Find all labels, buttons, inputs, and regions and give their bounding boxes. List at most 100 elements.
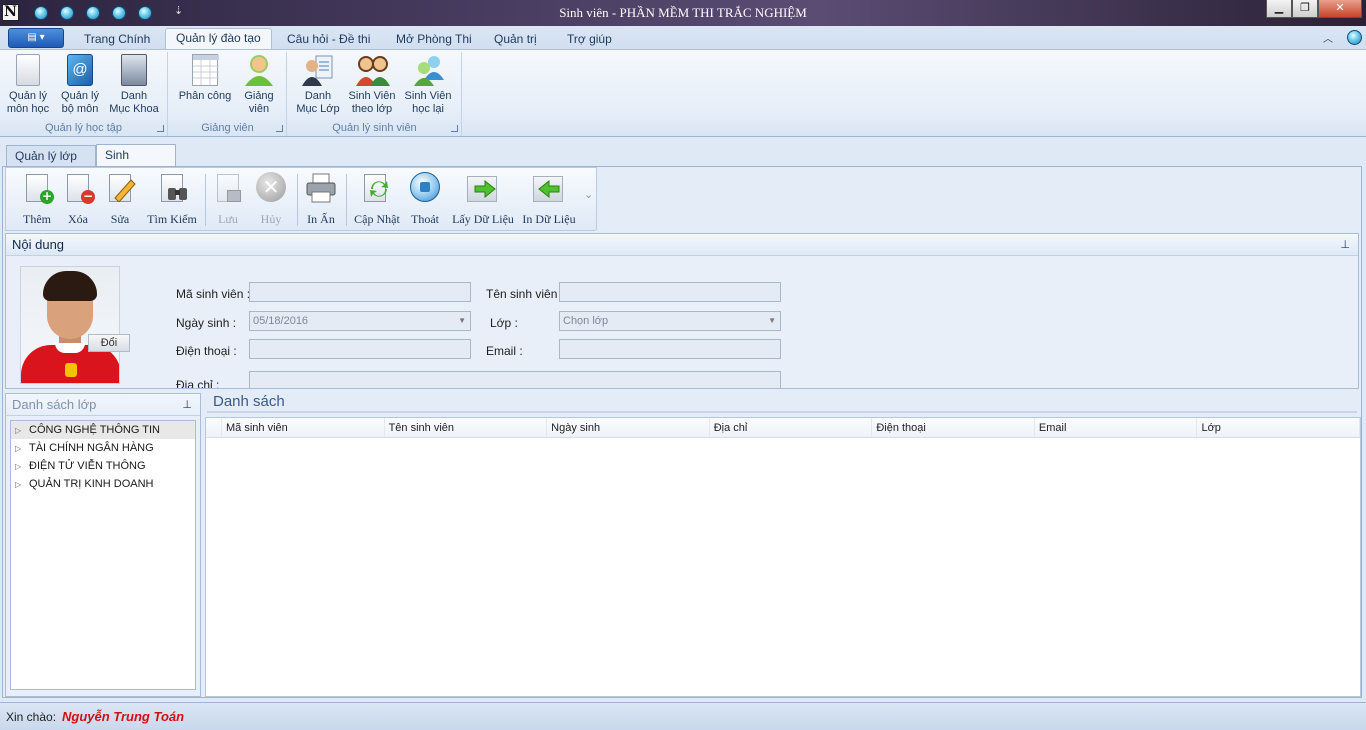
quan-ly-mon-hoc-button[interactable]: Quản lý môn học (4, 54, 52, 116)
tree-item[interactable]: ▷ TÀI CHÍNH NGÂN HÀNG (11, 439, 195, 457)
column-header-ten-sinh-vien[interactable]: Tên sinh viên (385, 418, 548, 437)
grid-header: Mã sinh viên Tên sinh viên Ngày sinh Địa… (206, 418, 1361, 438)
in-du-lieu-button[interactable]: In Dữ Liệu (518, 172, 580, 227)
change-photo-button[interactable]: Đổi (88, 334, 130, 352)
column-header-dia-chi[interactable]: Địa chỉ (710, 418, 873, 437)
dialog-launcher-icon[interactable] (451, 125, 458, 132)
tab-quan-ly-dao-tao[interactable]: Quản lý đào tạo (165, 28, 272, 51)
cancel-icon: ✕ (256, 172, 286, 204)
danh-sach-lop-panel: Danh sách lớp ⊥ ▷ CÔNG NGHỆ THÔNG TIN ▷ TÀ… (5, 393, 201, 697)
tab-mo-phong-thi[interactable]: Mở Phòng Thi (386, 30, 482, 50)
in-an-button[interactable]: In Ấn (300, 172, 342, 227)
tab-cau-hoi-de-thi[interactable]: Câu hỏi - Đề thi (277, 30, 380, 50)
phan-cong-button[interactable]: Phân công (177, 54, 233, 103)
doc-tab-quan-ly-lop[interactable]: Quản lý lớp (6, 145, 96, 167)
window-title: Sinh viên - PHẦN MỀM THI TRẮC NGHIỆM (559, 5, 807, 20)
tree-item[interactable]: ▷ QUẢN TRỊ KINH DOANH (11, 475, 195, 493)
document-tab-bar: Quản lý lớp Sinh viên✕ (0, 142, 1366, 182)
dia-chi-input[interactable] (249, 371, 781, 388)
chevron-down-icon[interactable]: ▼ (768, 312, 776, 330)
luu-button[interactable]: Lưu (208, 172, 248, 227)
action-toolbar: + Thêm − Xóa Sửa Tìm Kiếm Lưu ✕ Hủy In Ấ… (5, 167, 597, 231)
tim-kiem-button[interactable]: Tìm Kiếm (144, 172, 200, 227)
tree-item-label: ĐIỆN TỬ VIỄN THÔNG (29, 460, 146, 472)
dien-thoai-input[interactable] (249, 339, 471, 359)
danh-muc-khoa-button[interactable]: Danh Mục Khoa (106, 54, 162, 116)
danh-muc-lop-label: Danh Mục Lớp (296, 90, 340, 115)
delete-icon: − (63, 172, 95, 204)
ngay-sinh-datepicker[interactable]: 05/18/2016 ▼ (249, 311, 471, 331)
tree-item[interactable]: ▷ ĐIỆN TỬ VIỄN THÔNG (11, 457, 195, 475)
toolbar-overflow-icon[interactable]: ⌄ (584, 188, 593, 201)
help-icon[interactable] (1347, 30, 1362, 45)
tree-item[interactable]: ▷ CÔNG NGHỆ THÔNG TIN (11, 421, 195, 439)
minimize-button[interactable]: ▁ (1266, 0, 1292, 18)
cap-nhat-label: Cập Nhật (354, 212, 400, 226)
tab-tro-giup[interactable]: Trợ giúp (557, 30, 622, 50)
lay-du-lieu-button[interactable]: Lấy Dữ Liệu (448, 172, 518, 227)
maximize-button[interactable]: ❐ (1292, 0, 1318, 18)
close-button[interactable]: ✕ (1318, 0, 1362, 18)
huy-button[interactable]: ✕ Hủy (250, 172, 292, 227)
lop-label: Lớp : (490, 316, 518, 330)
in-du-lieu-label: In Dữ Liệu (522, 212, 576, 226)
column-header-ma-sinh-vien[interactable]: Mã sinh viên (222, 418, 385, 437)
doc-tab-sinh-vien[interactable]: Sinh viên✕ (96, 144, 176, 182)
noi-dung-panel: Nội dung ⊥ Đổi Mã sinh viên : Tên sinh v… (5, 233, 1359, 389)
group-label-quan-ly-sinh-vien: Quản lý sinh viên (332, 122, 417, 134)
refresh-icon (362, 172, 392, 204)
expand-arrow-icon[interactable]: ▷ (15, 458, 29, 476)
window-title-bar: N ⇣ Sinh viên - PHẦN MỀM THI TRẮC NGHIỆM… (0, 0, 1366, 26)
ngay-sinh-label: Ngày sinh : (176, 316, 237, 330)
lop-value: Chọn lớp (563, 315, 609, 327)
edit-icon (105, 172, 136, 204)
thoat-button[interactable]: Thoát (406, 172, 444, 227)
chevron-down-icon[interactable]: ▼ (458, 312, 466, 330)
them-label: Thêm (23, 212, 51, 226)
exit-icon (410, 172, 440, 204)
xoa-button[interactable]: − Xóa (58, 172, 98, 227)
email-input[interactable] (559, 339, 781, 359)
add-icon: + (22, 172, 54, 204)
expand-arrow-icon[interactable]: ▷ (15, 476, 29, 494)
sinh-vien-hoc-lai-button[interactable]: Sinh Viên học lại (402, 54, 454, 116)
expand-arrow-icon[interactable]: ▷ (15, 440, 29, 458)
them-button[interactable]: + Thêm (10, 172, 64, 227)
column-header-email[interactable]: Email (1035, 418, 1198, 437)
cap-nhat-button[interactable]: Cập Nhật (349, 172, 405, 227)
in-an-label: In Ấn (307, 212, 335, 226)
dialog-launcher-icon[interactable] (276, 125, 283, 132)
tab-quan-tri[interactable]: Quản trị (484, 30, 547, 50)
greeting-label: Xin chào: (6, 710, 57, 724)
giang-vien-button[interactable]: Giảng viên (237, 54, 281, 116)
sinh-vien-theo-lop-button[interactable]: Sinh Viên theo lớp (346, 54, 398, 116)
danh-muc-lop-button[interactable]: Danh Mục Lớp (294, 54, 342, 116)
expand-arrow-icon[interactable]: ▷ (15, 422, 29, 440)
student-grid[interactable]: Mã sinh viên Tên sinh viên Ngày sinh Địa… (205, 417, 1361, 697)
sua-button[interactable]: Sửa (100, 172, 140, 227)
tree-item-label: CÔNG NGHỆ THÔNG TIN (29, 424, 160, 436)
dien-thoai-label: Điện thoại : (176, 344, 237, 358)
ribbon-tab-bar: ▤ ▾ Trang Chính Quản lý đào tạo Câu hỏi … (0, 26, 1366, 51)
huy-label: Hủy (260, 212, 282, 226)
quan-ly-bo-mon-button[interactable]: @ Quản lý bộ môn (56, 54, 104, 116)
pin-icon[interactable]: ⊥ (182, 398, 192, 411)
ribbon-group-quan-ly-sinh-vien: Danh Mục Lớp Sinh Viên theo lớp Sinh Viê… (288, 52, 462, 136)
column-header-ngay-sinh[interactable]: Ngày sinh (547, 418, 710, 437)
class-tree: ▷ CÔNG NGHỆ THÔNG TIN ▷ TÀI CHÍNH NGÂN HÀN… (10, 420, 196, 690)
column-header-lop[interactable]: Lớp (1197, 418, 1361, 437)
ma-sinh-vien-input[interactable] (249, 282, 471, 302)
dia-chi-label: Địa chỉ : (176, 378, 220, 388)
minimize-ribbon-icon[interactable]: ︿ (1323, 30, 1333, 45)
application-menu-button[interactable]: ▤ ▾ (8, 28, 64, 48)
toolbar-separator (205, 174, 206, 226)
tab-trang-chinh[interactable]: Trang Chính (74, 30, 160, 50)
dialog-launcher-icon[interactable] (157, 125, 164, 132)
noi-dung-title: Nội dung (6, 234, 1358, 256)
lop-select[interactable]: Chọn lớp ▼ (559, 311, 781, 331)
ten-sinh-vien-input[interactable] (559, 282, 781, 302)
dia-chi-row: Địa chỉ : (176, 370, 786, 388)
quan-ly-mon-hoc-label: Quản lý môn học (6, 90, 50, 115)
column-header-dien-thoai[interactable]: Điện thoại (872, 418, 1035, 437)
pin-icon[interactable]: ⊥ (1340, 238, 1350, 251)
